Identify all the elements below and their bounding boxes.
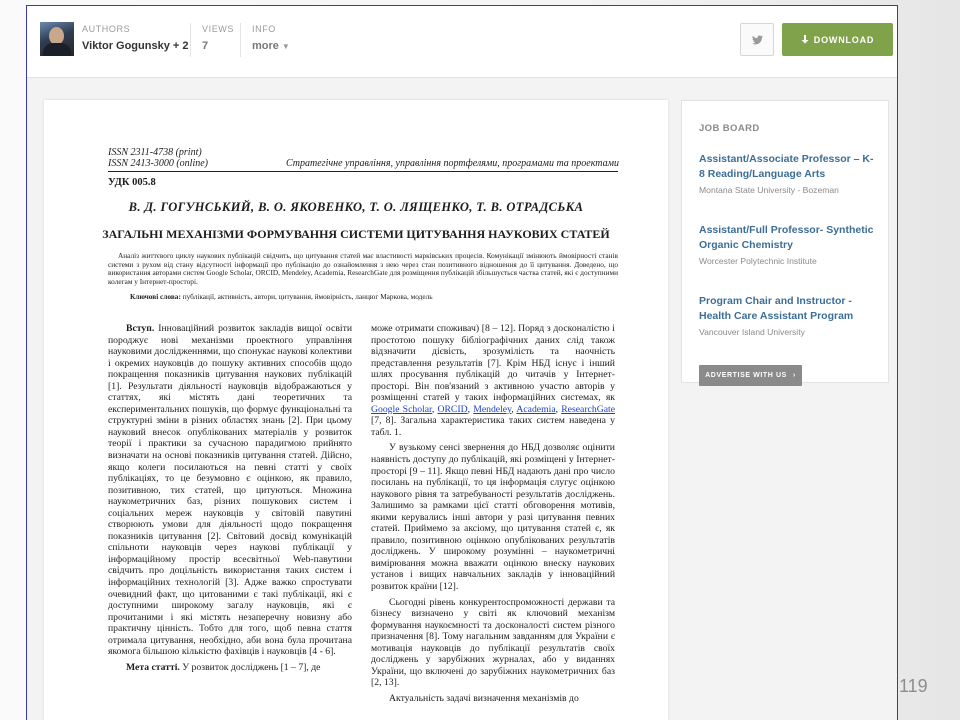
keywords-label: Ключові слова:: [130, 292, 181, 301]
job-organization: Worcester Polytechnic Institute: [699, 256, 817, 266]
job-organization: Montana State University - Bozeman: [699, 185, 839, 195]
document-page[interactable]: ISSN 2311-4738 (print) ISSN 2413-3000 (o…: [44, 100, 668, 720]
download-label: DOWNLOAD: [813, 34, 875, 45]
document-header: AUTHORS Viktor Gogunsky + 2 VIEWS 7 INFO…: [27, 6, 897, 78]
academia-link[interactable]: Academia: [516, 404, 555, 415]
caret-down-icon: ▼: [281, 42, 290, 51]
paper-keywords: Ключові слова: публікації, активність, а…: [130, 292, 620, 301]
paper-abstract: Аналіз життєвого циклу наукових публікац…: [108, 251, 618, 286]
info-label: INFO: [252, 24, 276, 34]
body-paragraph: Сьогодні рівень конкурентоспроможності д…: [371, 596, 615, 689]
chevron-right-icon: ›: [792, 372, 796, 379]
info-more-label: more: [252, 40, 279, 52]
advertise-label: ADVERTISE WITH US: [705, 372, 787, 379]
body-paragraph: Актуальність задачі визначення механізмі…: [389, 692, 579, 704]
twitter-share-button[interactable]: [740, 23, 774, 56]
paper-authors: В. Д. ГОГУНСЬКИЙ, В. О. ЯКОВЕНКО, Т. О. …: [128, 200, 584, 214]
avatar-body: [43, 43, 71, 56]
views-count: 7: [202, 40, 209, 52]
job-title-link[interactable]: Program Chair and Instructor - Health Ca…: [699, 294, 874, 324]
goal-heading: Мета статті.: [126, 661, 180, 673]
text-column-left: Вступ. Інноваційний розвиток закладів ви…: [108, 323, 352, 720]
goal-paragraph: Мета статті. У розвиток досліджень [1 – …: [108, 662, 352, 674]
job-listing[interactable]: Assistant/Full Professor- Synthetic Orga…: [699, 223, 874, 266]
intro-text: Інноваційний розвиток закладів вищої осв…: [108, 323, 352, 658]
header-divider: [190, 23, 191, 57]
job-board-panel: JOB BOARD Assistant/Associate Professor …: [681, 100, 889, 386]
header-divider: [240, 23, 241, 57]
paragraph-text: може отримати споживач) [8 – 12]. Поряд …: [371, 323, 615, 404]
udk-code: УДК 005.8: [108, 177, 156, 188]
twitter-icon: [751, 34, 763, 44]
researchgate-link[interactable]: ResearchGate: [561, 404, 615, 415]
job-title-link[interactable]: Assistant/Associate Professor – K-8 Read…: [699, 152, 874, 182]
job-title-link[interactable]: Assistant/Full Professor- Synthetic Orga…: [699, 223, 874, 253]
job-organization: Vancouver Island University: [699, 327, 805, 337]
text-column-right: може отримати споживач) [8 – 12]. Поряд …: [371, 323, 615, 720]
issn-online: ISSN 2413-3000 (online): [108, 158, 208, 169]
authors-block[interactable]: AUTHORS Viktor Gogunsky + 2: [82, 24, 188, 52]
author-avatar[interactable]: [40, 22, 74, 56]
authors-value[interactable]: Viktor Gogunsky + 2: [82, 40, 188, 52]
issn-print: ISSN 2311-4738 (print): [108, 147, 202, 158]
body-paragraph: може отримати споживач) [8 – 12]. Поряд …: [371, 323, 615, 438]
authors-label: AUTHORS: [82, 24, 131, 34]
issn-block: ISSN 2311-4738 (print) ISSN 2413-3000 (o…: [108, 147, 208, 169]
mendeley-link[interactable]: Mendeley: [473, 404, 511, 415]
info-more-toggle[interactable]: more ▼: [252, 40, 290, 52]
body-paragraph: У вузькому сенсі звернення до НБД дозвол…: [371, 442, 615, 593]
download-arrow-icon: [801, 35, 809, 44]
keywords-text: публікації, активність, автори, цитуванн…: [182, 292, 433, 301]
job-listing[interactable]: Assistant/Associate Professor – K-8 Read…: [699, 152, 874, 195]
orcid-link[interactable]: ORCID: [437, 404, 467, 415]
google-scholar-link[interactable]: Google Scholar: [371, 404, 432, 415]
viewer-frame: AUTHORS Viktor Gogunsky + 2 VIEWS 7 INFO…: [26, 5, 898, 720]
header-rule: [108, 171, 618, 172]
advertise-button[interactable]: ADVERTISE WITH US ›: [699, 365, 802, 386]
slide-number: 119: [899, 676, 928, 696]
job-board-title: JOB BOARD: [699, 123, 760, 134]
intro-paragraph: Вступ. Інноваційний розвиток закладів ви…: [108, 323, 352, 658]
job-listing[interactable]: Program Chair and Instructor - Health Ca…: [699, 294, 874, 337]
paper-title: ЗАГАЛЬНІ МЕХАНІЗМИ ФОРМУВАННЯ СИСТЕМИ ЦИ…: [102, 227, 610, 241]
journal-name: Стратегічне управління, управління портф…: [285, 158, 619, 169]
info-block[interactable]: INFO more ▼: [252, 24, 290, 52]
intro-heading: Вступ.: [126, 323, 155, 334]
views-label: VIEWS: [202, 24, 235, 34]
views-block: VIEWS 7: [202, 24, 234, 52]
download-button[interactable]: DOWNLOAD: [782, 23, 893, 56]
paragraph-text: [7, 8]. Загальна характеристика таких си…: [371, 415, 615, 438]
goal-text: У розвиток досліджень [1 – 7], де: [182, 661, 321, 673]
